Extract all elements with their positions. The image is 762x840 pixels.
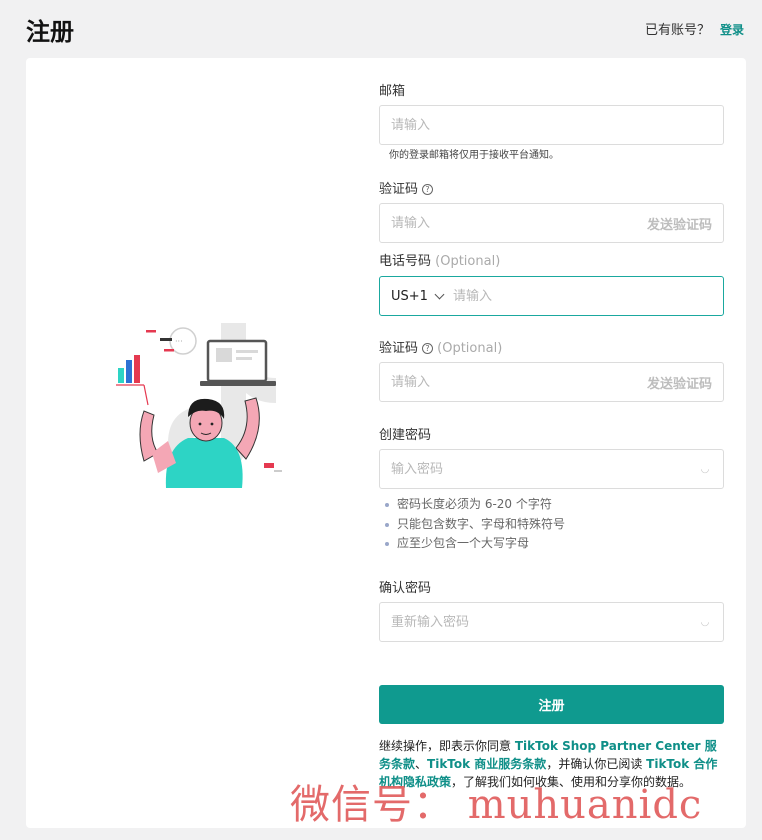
register-button[interactable]: 注册 [379,685,724,724]
page-title: 注册 [26,18,74,46]
password-rule: 只能包含数字、字母和特殊符号 [383,515,565,535]
confirm-password-field[interactable]: ◡ [379,602,724,642]
email-code-input[interactable] [380,204,647,242]
email-code-field[interactable]: 发送验证码 [379,203,724,243]
watermark: 微信号： muhuanidc [290,782,703,828]
email-code-label: 验证码? [379,178,434,197]
help-icon[interactable]: ? [422,343,434,354]
login-prompt: 已有账号？ 登录 [645,19,744,38]
phone-code-optional: (Optional) [437,341,503,356]
shirt [165,438,243,488]
email-input[interactable] [380,106,723,144]
svg-text:···: ··· [175,337,183,346]
login-link[interactable]: 登录 [720,23,744,37]
phone-optional: (Optional) [435,254,501,269]
phone-input[interactable] [442,277,723,315]
phone-code-input[interactable] [380,363,647,401]
password-input[interactable] [380,450,697,488]
eye-closed-icon[interactable]: ◡ [697,617,713,628]
chart-bar [134,355,140,383]
country-code-value: US+1 [391,288,428,304]
phone-label: 电话号码 (Optional) [379,254,501,269]
send-email-code-button[interactable]: 发送验证码 [647,214,723,233]
phone-code-label: 验证码? (Optional) [379,341,503,356]
have-account-text: 已有账号？ [644,23,710,38]
email-label: 邮箱 [379,84,406,99]
illustration: ··· [116,323,282,488]
password-label: 创建密码 [379,428,432,443]
email-field[interactable] [379,105,724,145]
send-phone-code-button[interactable]: 发送验证码 [647,373,723,392]
chart-bar [126,360,132,383]
help-icon[interactable]: ? [422,184,434,195]
country-code-select[interactable]: US+1 [380,288,445,304]
password-rule: 应至少包含一个大写字母 [383,534,565,554]
confirm-password-input[interactable] [380,603,697,641]
chart-bar [118,368,124,383]
password-rule: 密码长度必须为 6-20 个字符 [383,495,565,515]
password-field[interactable]: ◡ [379,449,724,489]
business-terms-link[interactable]: TikTok 商业服务条款 [427,757,546,771]
register-card: ··· 邮箱 你的登录邮箱将仅用于接收平台通知。 验证码? [26,58,746,828]
email-hint: 你的登录邮箱将仅用于接收平台通知。 [389,150,559,161]
confirm-password-label: 确认密码 [379,581,432,596]
password-rules: 密码长度必须为 6-20 个字符 只能包含数字、字母和特殊符号 应至少包含一个大… [383,495,565,554]
phone-field[interactable]: US+1 [379,276,724,316]
laptop-base [200,381,276,386]
eye-closed-icon[interactable]: ◡ [697,464,713,475]
phone-code-field[interactable]: 发送验证码 [379,362,724,402]
